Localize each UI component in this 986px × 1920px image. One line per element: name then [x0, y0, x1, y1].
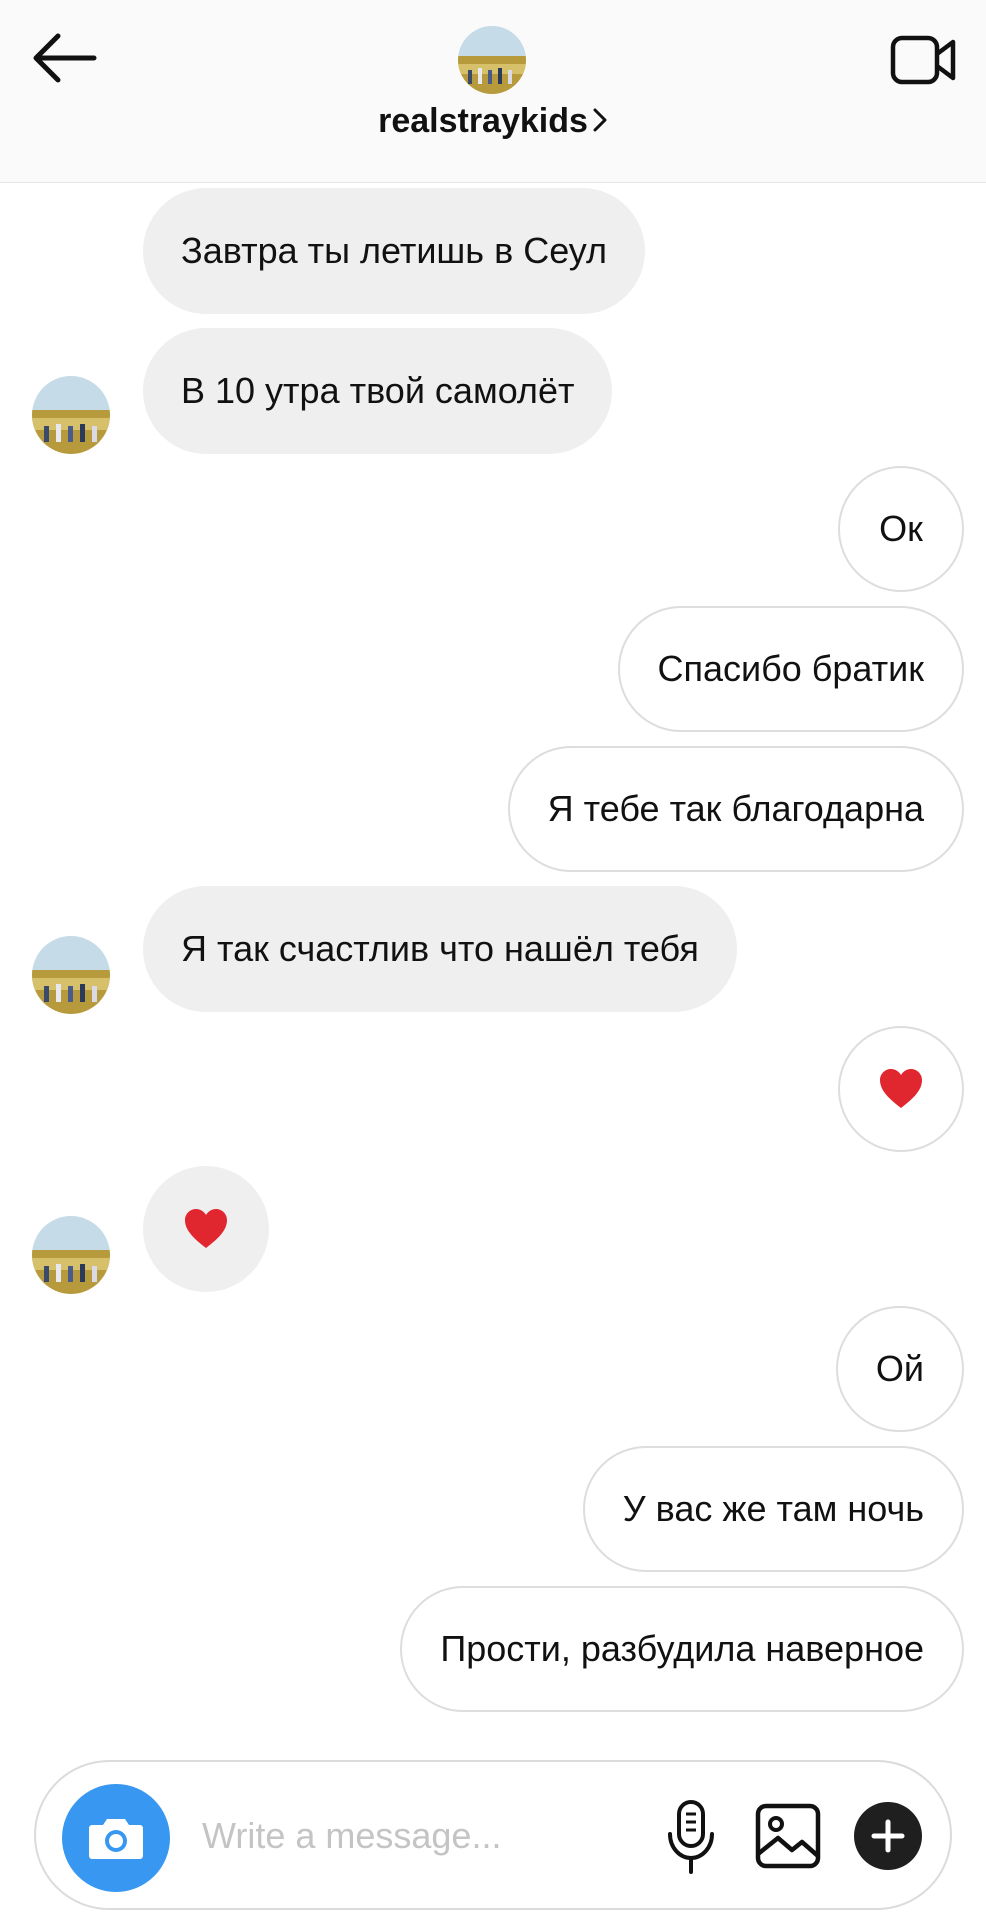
message-text: Я так счастлив что нашёл тебя — [181, 928, 699, 969]
heart-message-bubble[interactable] — [143, 1166, 269, 1292]
more-options-button[interactable] — [854, 1802, 922, 1870]
message-bubble[interactable]: Ок — [838, 466, 964, 592]
message-bubble[interactable]: Я тебе так благодарна — [507, 746, 964, 872]
message-bubble[interactable]: Прости, разбудила наверное — [400, 1586, 964, 1712]
sender-avatar[interactable] — [32, 1216, 110, 1294]
message-text: Я тебе так благодарна — [547, 788, 924, 829]
sender-avatar[interactable] — [32, 936, 110, 1014]
message-input[interactable] — [202, 1806, 672, 1866]
chevron-right-icon — [592, 104, 608, 143]
microphone-icon — [668, 1800, 714, 1874]
header-avatar[interactable] — [458, 26, 526, 94]
chat-header: realstraykids — [0, 0, 986, 183]
message-bubble[interactable]: Ой — [835, 1306, 964, 1432]
image-gallery-icon — [755, 1803, 821, 1869]
camera-button[interactable] — [62, 1784, 170, 1892]
message-text: В 10 утра твой самолёт — [181, 370, 575, 411]
plus-icon — [871, 1819, 905, 1853]
video-call-button[interactable] — [890, 34, 956, 86]
message-text: Прости, разбудила наверное — [440, 1628, 924, 1669]
camera-icon — [89, 1819, 143, 1859]
message-text: Завтра ты летишь в Сеул — [181, 230, 608, 271]
microphone-button[interactable] — [664, 1798, 718, 1878]
heart-message-bubble[interactable] — [838, 1026, 964, 1152]
gallery-button[interactable] — [754, 1802, 822, 1870]
video-camera-icon — [890, 35, 956, 85]
back-button[interactable] — [28, 30, 100, 86]
message-text: Ой — [875, 1348, 924, 1389]
message-text: Спасибо братик — [657, 648, 924, 689]
sender-avatar[interactable] — [32, 376, 110, 454]
heart-icon — [185, 1209, 227, 1248]
message-bubble[interactable]: Завтра ты летишь в Сеул — [143, 188, 646, 314]
message-bubble[interactable]: Я так счастлив что нашёл тебя — [143, 886, 737, 1012]
arrow-left-icon — [33, 33, 97, 83]
chat-username[interactable]: realstraykids — [0, 102, 986, 143]
message-text: Ок — [879, 508, 923, 549]
heart-icon — [880, 1069, 922, 1108]
message-bubble[interactable]: В 10 утра твой самолёт — [143, 328, 613, 454]
message-bubble[interactable]: Спасибо братик — [617, 606, 964, 732]
username-label: realstraykids — [378, 102, 588, 140]
message-composer — [34, 1760, 952, 1910]
message-bubble[interactable]: У вас же там ночь — [582, 1446, 964, 1572]
message-text: У вас же там ночь — [622, 1488, 924, 1529]
